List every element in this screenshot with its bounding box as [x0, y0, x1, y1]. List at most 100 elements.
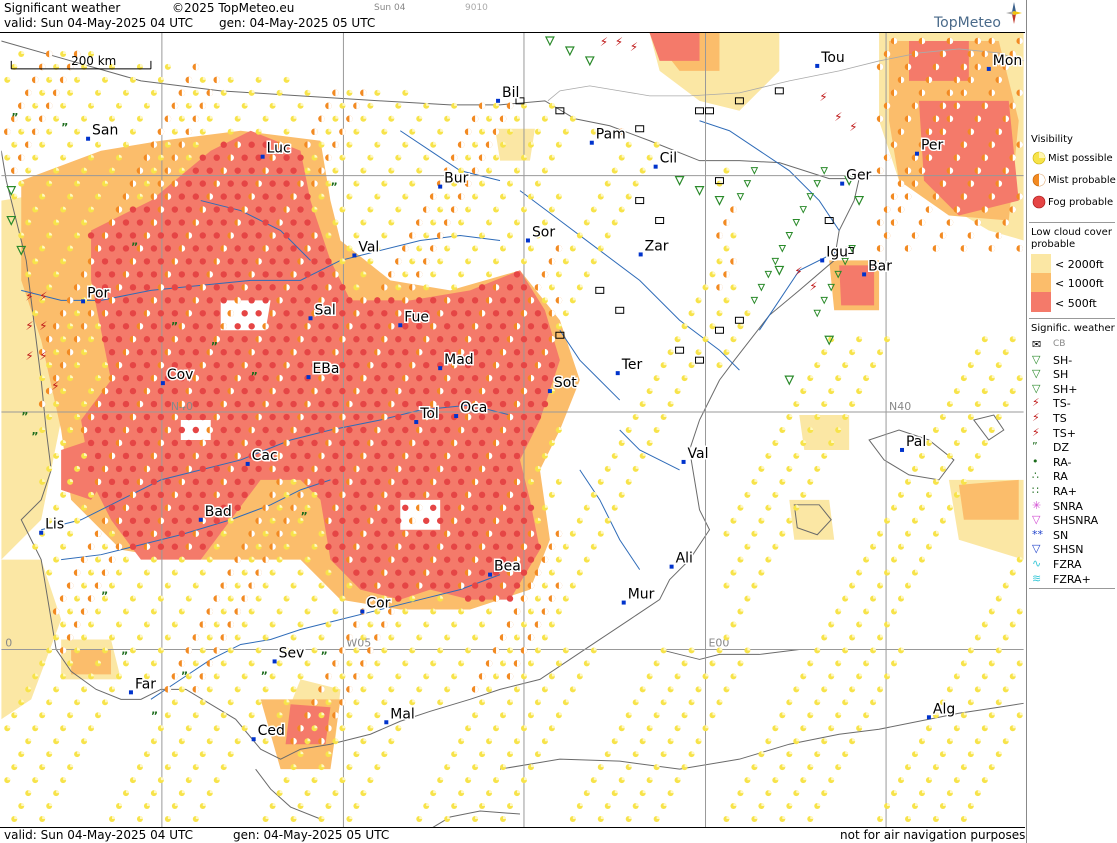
fog-symbol	[499, 400, 507, 408]
mist-possible-quarter	[810, 816, 814, 820]
fog-symbol	[164, 400, 172, 408]
city-marker[interactable]: Ter	[615, 356, 644, 376]
mist-possible-quarter	[118, 102, 122, 106]
fog-symbol	[374, 400, 381, 408]
city-marker[interactable]: Sor	[525, 223, 557, 243]
city-marker[interactable]: Bur	[438, 169, 470, 189]
fog-symbol	[164, 530, 172, 537]
mist-possible-quarter	[1005, 349, 1009, 353]
mist-possible-quarter	[370, 621, 374, 625]
topmeteo-logo[interactable]: TopMeteo	[932, 2, 1022, 32]
mist-probable-half	[719, 284, 723, 291]
fog-symbol	[430, 426, 437, 434]
city-marker[interactable]: Pal	[900, 432, 928, 452]
mist-probable-half	[63, 595, 67, 602]
mist-possible-quarter	[544, 634, 548, 638]
mist-possible-quarter	[419, 167, 423, 171]
mist-possible-quarter	[775, 491, 779, 495]
mist-possible-quarter	[684, 375, 688, 379]
mist-probable-half	[468, 128, 472, 136]
mist-probable-half	[202, 102, 207, 110]
mist-possible-quarter	[195, 712, 199, 716]
mist-possible-quarter	[642, 790, 646, 794]
mist-possible-quarter	[691, 310, 695, 314]
city-marker[interactable]: Ced	[251, 722, 286, 742]
city-marker[interactable]: Igu	[820, 243, 850, 263]
fog-symbol	[220, 426, 227, 434]
city-marker[interactable]: Cil	[653, 149, 679, 169]
fog-symbol	[381, 361, 388, 369]
mist-possible-quarter	[489, 738, 493, 742]
mist-possible-quarter	[516, 115, 520, 119]
fog-symbol	[471, 582, 479, 589]
city-marker[interactable]: Tou	[815, 48, 846, 68]
fog-symbol	[241, 180, 248, 187]
mist-probable-half	[209, 660, 214, 667]
fog-symbol	[255, 387, 262, 395]
city-marker[interactable]: Ali	[669, 549, 694, 569]
mist-possible-quarter	[873, 699, 877, 703]
mist-possible-quarter	[496, 154, 500, 158]
mist-possible-quarter	[146, 621, 150, 625]
fog-symbol	[136, 530, 144, 537]
fog-symbol	[213, 465, 220, 473]
fog-symbol	[122, 374, 130, 382]
mist-possible-quarter	[384, 180, 388, 184]
fog-symbol	[450, 387, 458, 395]
mist-possible-quarter	[293, 115, 297, 119]
mist-possible-quarter	[565, 647, 569, 651]
weather-legend-icon: ▽	[1032, 367, 1041, 381]
scale-bar: 200 km	[10, 54, 152, 70]
mist-possible-quarter	[803, 725, 807, 729]
fog-symbol	[108, 349, 116, 356]
mist-possible-quarter	[642, 738, 646, 742]
fog-symbol	[122, 530, 130, 537]
weather-map[interactable]: N40 N40 W05 E00 0 ⚡⚡⚡⚡⚡⚡⚡⚡⚡⚡⚡⚡⚡⚡⚡”””””””…	[0, 32, 1025, 828]
city-marker[interactable]: Pam	[589, 125, 627, 145]
mist-possible-quarter	[628, 816, 632, 820]
city-marker[interactable]: Mad	[438, 351, 475, 371]
city-marker[interactable]: Alg	[926, 700, 957, 720]
city-marker[interactable]: Mur	[621, 585, 656, 605]
mist-possible-quarter	[635, 699, 639, 703]
city-marker[interactable]: Mon	[986, 51, 1024, 71]
fog-symbol	[227, 439, 234, 447]
mist-possible-quarter	[377, 89, 381, 93]
mist-possible-quarter	[63, 777, 67, 781]
fog-symbol	[402, 582, 409, 589]
fog-symbol	[192, 193, 199, 200]
fog-symbol	[346, 504, 353, 511]
mist-probable-half	[314, 128, 318, 136]
mist-probable-half	[195, 115, 200, 123]
mist-possible-quarter	[56, 504, 60, 508]
weather-legend-icon: **	[1032, 527, 1043, 541]
mist-possible-quarter	[831, 673, 835, 677]
city-marker[interactable]: Far	[128, 675, 158, 695]
mist-possible-quarter	[489, 790, 493, 794]
city-marker[interactable]: Zar	[638, 237, 670, 257]
city-marker[interactable]: Bil	[496, 83, 521, 103]
mist-probable-half	[209, 608, 214, 615]
fog-symbol	[276, 167, 283, 174]
fog-symbol	[339, 310, 346, 317]
city-marker[interactable]: Val	[681, 444, 710, 464]
mist-possible-quarter	[153, 660, 157, 664]
city-marker[interactable]: Mal	[384, 705, 416, 725]
fog-symbol	[290, 400, 297, 408]
mist-possible-quarter	[335, 115, 339, 119]
mist-probable-half	[21, 102, 25, 110]
mist-possible-quarter	[454, 751, 458, 755]
fog-symbol	[283, 310, 290, 317]
mist-possible-quarter	[70, 608, 74, 612]
mist-possible-quarter	[468, 258, 472, 262]
mist-possible-quarter	[942, 414, 946, 418]
city-label: Mur	[628, 587, 655, 603]
mist-possible-quarter	[740, 556, 744, 560]
mist-possible-quarter	[977, 738, 981, 742]
city-marker[interactable]: San	[86, 121, 120, 141]
mist-possible-quarter	[726, 816, 730, 820]
city-label: EBa	[313, 361, 340, 377]
mist-possible-quarter	[558, 660, 562, 664]
city-marker[interactable]: Sev	[272, 644, 306, 664]
city-marker[interactable]: Lis	[39, 515, 66, 535]
